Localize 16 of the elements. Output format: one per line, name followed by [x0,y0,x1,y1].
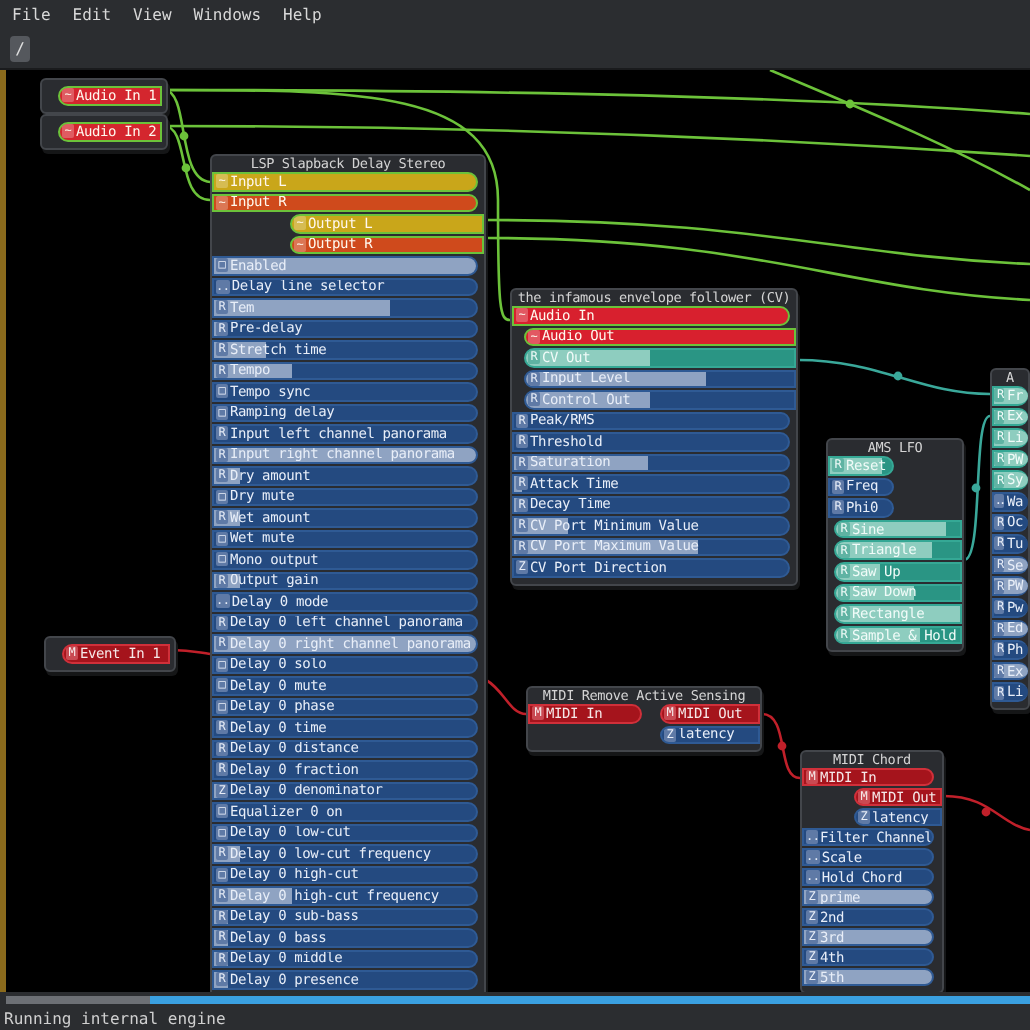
menu-item[interactable]: Edit [72,5,112,23]
menu-item[interactable]: Windows [193,5,262,23]
patch-cable[interactable] [769,70,1030,192]
patch-cable[interactable] [164,88,511,322]
root-path-button[interactable]: / [10,35,30,61]
patch-cable[interactable] [797,358,991,396]
menu-item[interactable]: Help [283,5,322,23]
patch-cable[interactable] [485,236,1030,302]
plugin-node[interactable] [510,288,798,585]
status-text: Running internal engine [4,1009,226,1027]
menu-item[interactable]: File [12,5,51,23]
patch-cable[interactable] [164,124,1030,158]
patch-cable[interactable] [486,218,1030,266]
patch-cable[interactable] [963,414,991,562]
menu-item[interactable]: View [133,5,172,23]
plugin-node[interactable] [210,154,486,992]
